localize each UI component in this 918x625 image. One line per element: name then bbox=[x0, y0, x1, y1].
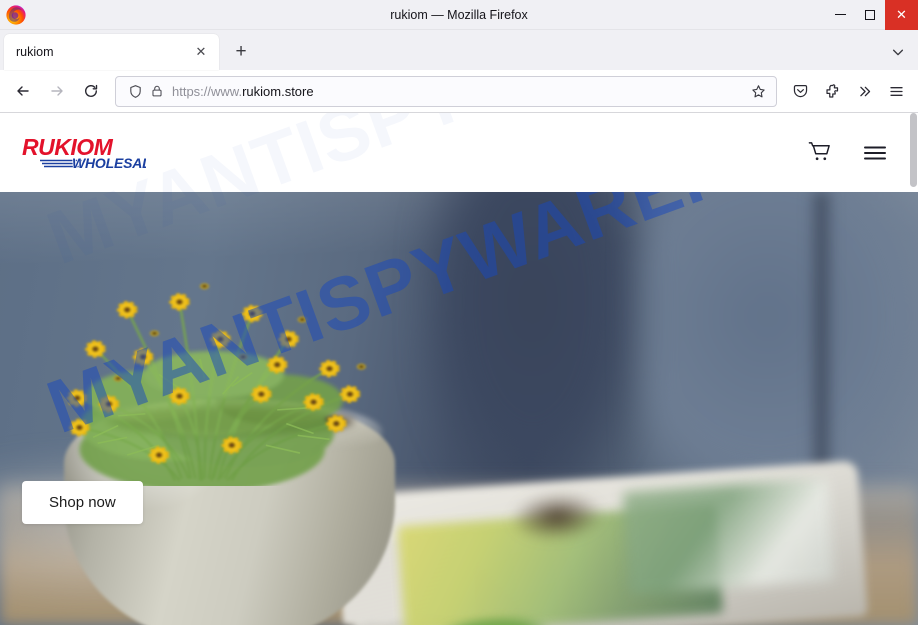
arrow-left-icon bbox=[17, 86, 29, 96]
arrow-right-icon bbox=[51, 86, 63, 96]
page-scrollbar-thumb[interactable] bbox=[910, 113, 917, 187]
double-chevron-right-icon bbox=[859, 86, 870, 96]
pocket-save-button[interactable] bbox=[784, 75, 816, 107]
tab-label: rukiom bbox=[16, 45, 54, 59]
site-header-actions bbox=[804, 138, 890, 168]
title-bar: rukiom — Mozilla Firefox ✕ bbox=[0, 0, 918, 30]
reload-button[interactable] bbox=[74, 75, 108, 107]
window-title: rukiom — Mozilla Firefox bbox=[390, 7, 528, 22]
navigation-toolbar: https://www.rukiom.store bbox=[0, 70, 918, 113]
list-all-tabs-button[interactable] bbox=[882, 36, 914, 68]
hero-banner: MYANTISPYWARE.COM Shop now bbox=[0, 192, 918, 625]
extensions-puzzle-icon bbox=[825, 83, 838, 98]
cart-icon[interactable] bbox=[804, 138, 834, 168]
hamburger-menu-icon[interactable] bbox=[860, 138, 890, 168]
tab-close-icon[interactable]: ✕ bbox=[191, 42, 211, 62]
firefox-logo-icon bbox=[5, 4, 27, 26]
url-scheme: https://www. bbox=[172, 83, 243, 99]
url-host: rukiom.store bbox=[242, 83, 314, 99]
reload-icon bbox=[85, 84, 98, 97]
hero-photo bbox=[0, 192, 918, 625]
padlock-icon[interactable] bbox=[146, 80, 168, 102]
new-tab-button[interactable]: + bbox=[225, 36, 257, 68]
shop-now-button[interactable]: Shop now bbox=[22, 481, 143, 524]
minimize-button[interactable] bbox=[825, 0, 855, 30]
address-bar[interactable]: https://www.rukiom.store bbox=[115, 75, 777, 107]
app-menu-button[interactable] bbox=[880, 75, 912, 107]
url-text[interactable]: https://www.rukiom.store bbox=[172, 84, 746, 99]
browser-window: rukiom — Mozilla Firefox ✕ rukiom ✕ + ht… bbox=[0, 0, 918, 625]
close-icon: ✕ bbox=[896, 7, 907, 22]
bookmark-star-icon[interactable] bbox=[746, 79, 770, 103]
forward-button[interactable] bbox=[40, 75, 74, 107]
close-button[interactable]: ✕ bbox=[885, 0, 918, 30]
logo-wordmark: RUKIOM WHOLESALE bbox=[22, 133, 146, 171]
maximize-button[interactable] bbox=[855, 0, 885, 30]
window-controls: ✕ bbox=[825, 0, 918, 30]
tab-rukiom[interactable]: rukiom ✕ bbox=[4, 34, 219, 70]
back-button[interactable] bbox=[6, 75, 40, 107]
site-logo[interactable]: RUKIOM WHOLESALE bbox=[20, 132, 146, 174]
hero-daisy-plant bbox=[9, 192, 486, 487]
hamburger-icon bbox=[889, 86, 903, 96]
pocket-icon bbox=[793, 84, 807, 97]
chevron-down-icon bbox=[892, 49, 904, 56]
tracking-protection-shield-icon[interactable] bbox=[124, 80, 146, 102]
hero-couch-seam bbox=[807, 192, 836, 504]
page-viewport: MYANTISPYWARE.COM RUKIOM WHOLESALE bbox=[0, 113, 918, 625]
tab-strip: rukiom ✕ + bbox=[0, 30, 918, 70]
page-scrollbar[interactable] bbox=[909, 113, 918, 625]
svg-text:WHOLESALE: WHOLESALE bbox=[72, 155, 146, 171]
overflow-menu-button[interactable] bbox=[848, 75, 880, 107]
site-header: RUKIOM WHOLESALE bbox=[0, 113, 918, 192]
extensions-button[interactable] bbox=[816, 75, 848, 107]
